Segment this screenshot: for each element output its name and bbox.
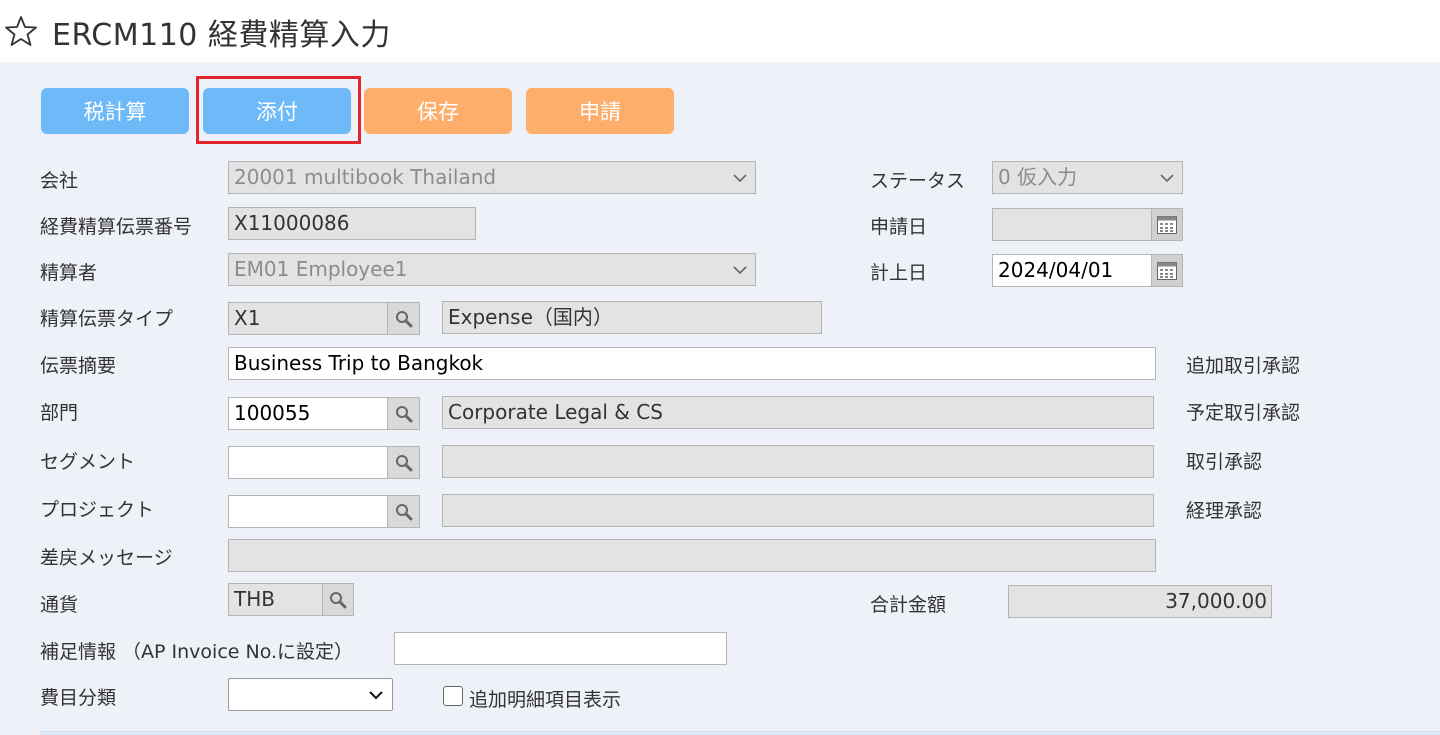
- search-icon: [395, 405, 412, 422]
- approval-accounting-link[interactable]: 経理承認: [1186, 496, 1262, 523]
- search-icon: [395, 503, 412, 520]
- show-extra-details-checkbox[interactable]: [443, 686, 463, 706]
- apply-date-field: [992, 208, 1152, 241]
- star-icon[interactable]: [4, 14, 38, 48]
- company-select[interactable]: 20001 multibook Thailand: [228, 161, 756, 194]
- chevron-down-icon: [733, 266, 747, 275]
- currency-code-field: THB: [228, 583, 323, 616]
- posting-date-calendar-button[interactable]: [1151, 254, 1183, 287]
- supplement-input[interactable]: [394, 632, 727, 665]
- department-name-field: Corporate Legal & CS: [442, 396, 1154, 429]
- tax-calc-button[interactable]: 税計算: [41, 88, 189, 134]
- search-icon: [395, 310, 412, 327]
- currency-search-button[interactable]: [322, 583, 354, 616]
- chevron-down-icon: [1160, 174, 1174, 183]
- segment-name-field: [442, 445, 1154, 478]
- voucher-no-label: 経費精算伝票番号: [40, 216, 193, 238]
- project-code-input[interactable]: [228, 495, 388, 528]
- show-extra-details-label: 追加明細項目表示: [469, 689, 622, 711]
- posting-date-label: 計上日: [870, 262, 928, 284]
- save-button[interactable]: 保存: [364, 88, 512, 134]
- department-label: 部門: [40, 402, 79, 424]
- title-bar: ERCM110 経費精算入力: [0, 0, 1440, 62]
- chevron-down-icon: [369, 691, 383, 700]
- status-value: 0 仮入力: [998, 165, 1078, 189]
- calendar-icon: [1157, 215, 1177, 234]
- currency-label: 通貨: [40, 594, 79, 616]
- posting-date-input[interactable]: 2024/04/01: [992, 254, 1152, 287]
- voucher-type-label: 精算伝票タイプ: [40, 308, 174, 330]
- company-value: 20001 multibook Thailand: [234, 165, 497, 189]
- project-name-field: [442, 494, 1154, 527]
- status-select[interactable]: 0 仮入力: [992, 161, 1183, 194]
- return-message-label: 差戻メッセージ: [40, 547, 173, 569]
- department-search-button[interactable]: [387, 397, 420, 430]
- chevron-down-icon: [733, 174, 747, 183]
- total-amount-field: 37,000.00: [1008, 585, 1272, 618]
- project-label: プロジェクト: [40, 499, 155, 521]
- calendar-icon: [1157, 261, 1177, 280]
- voucher-type-name-field: Expense（国内）: [442, 301, 822, 334]
- settler-select[interactable]: EM01 Employee1: [228, 253, 756, 286]
- approval-transaction-link[interactable]: 取引承認: [1186, 447, 1262, 474]
- department-code-input[interactable]: 100055: [228, 397, 388, 430]
- voucher-type-code-field: X1: [228, 302, 388, 335]
- apply-date-calendar-button[interactable]: [1151, 208, 1183, 241]
- apply-date-label: 申請日: [870, 216, 928, 238]
- approval-scheduled-link[interactable]: 予定取引承認: [1186, 398, 1300, 425]
- bottom-section-border: [40, 731, 1440, 735]
- segment-label: セグメント: [40, 451, 136, 473]
- expense-category-select[interactable]: [228, 678, 393, 711]
- approval-additional-link[interactable]: 追加取引承認: [1186, 351, 1300, 378]
- settler-label: 精算者: [40, 262, 98, 284]
- total-amount-label: 合計金額: [870, 594, 947, 616]
- summary-input[interactable]: Business Trip to Bangkok: [228, 347, 1156, 380]
- settler-value: EM01 Employee1: [234, 257, 408, 281]
- segment-code-input[interactable]: [228, 446, 388, 479]
- search-icon: [395, 454, 412, 471]
- summary-label: 伝票摘要: [40, 355, 117, 377]
- apply-button[interactable]: 申請: [526, 88, 674, 134]
- search-icon: [330, 591, 347, 608]
- voucher-no-field: X11000086: [228, 207, 476, 240]
- return-message-field: [228, 539, 1156, 572]
- status-label: ステータス: [870, 170, 966, 192]
- attach-button-highlight: [196, 76, 361, 144]
- page-title: ERCM110 経費精算入力: [52, 18, 391, 53]
- voucher-type-search-button[interactable]: [387, 302, 420, 335]
- supplement-label: 補足情報 （AP Invoice No.に設定）: [40, 641, 354, 663]
- project-search-button[interactable]: [387, 495, 420, 528]
- company-label: 会社: [40, 170, 79, 192]
- segment-search-button[interactable]: [387, 446, 420, 479]
- expense-category-label: 費目分類: [40, 687, 117, 709]
